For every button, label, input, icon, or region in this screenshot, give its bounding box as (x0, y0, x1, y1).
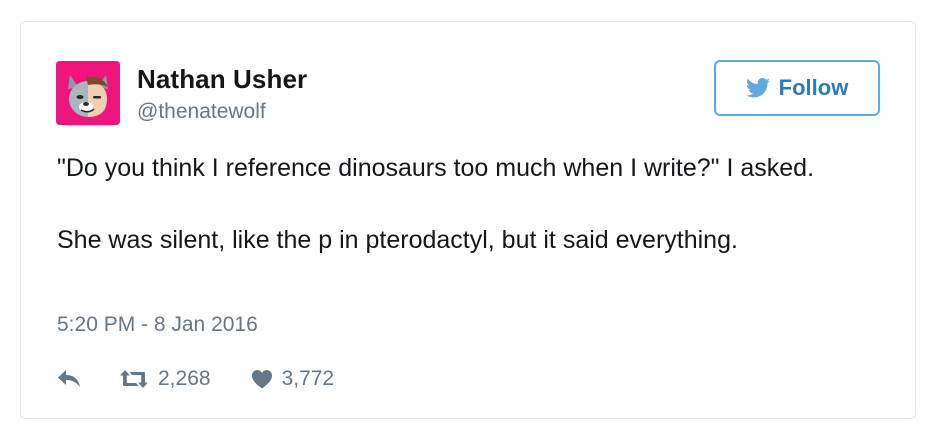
like-count: 3,772 (281, 367, 335, 390)
heart-icon (251, 370, 272, 389)
retweet-button[interactable]: 2,268 (119, 367, 211, 391)
twitter-bird-icon (745, 78, 770, 98)
author-handle[interactable]: @thenatewolf (137, 100, 266, 124)
tweet-timestamp[interactable]: 5:20 PM - 8 Jan 2016 (57, 313, 258, 337)
tweet-text: "Do you think I reference dinosaurs too … (57, 150, 867, 258)
like-button[interactable]: 3,772 (251, 367, 335, 391)
reply-icon (58, 370, 80, 387)
tweet-actions: 2,268 3,772 (57, 362, 334, 396)
tweet-paragraph: She was silent, like the p in pterodacty… (57, 226, 738, 254)
retweet-count: 2,268 (158, 367, 211, 390)
avatar[interactable] (56, 61, 120, 125)
tweet-paragraph: "Do you think I reference dinosaurs too … (57, 154, 815, 182)
follow-label: Follow (778, 75, 849, 100)
follow-button[interactable]: Follow (714, 60, 880, 116)
wolf-avatar-icon (56, 61, 120, 125)
retweet-icon (120, 370, 148, 388)
reply-button[interactable] (57, 369, 81, 389)
tweet-card: Nathan Usher @thenatewolf Follow "Do you… (20, 21, 916, 419)
author-name[interactable]: Nathan Usher (137, 64, 307, 95)
